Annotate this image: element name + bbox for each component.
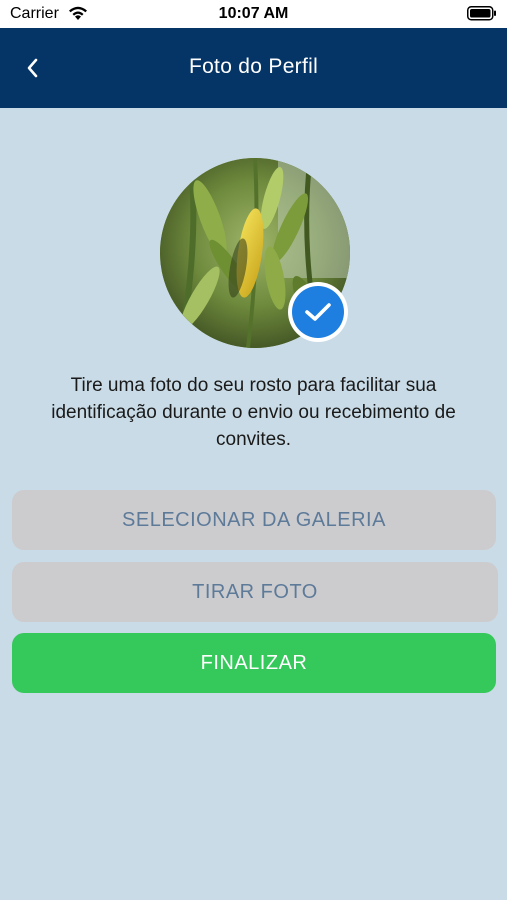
checkmark-icon bbox=[292, 286, 344, 338]
take-photo-button[interactable]: TIRAR FOTO bbox=[12, 562, 498, 622]
navigation-bar: Foto do Perfil bbox=[0, 28, 507, 108]
select-from-gallery-button[interactable]: SELECIONAR DA GALERIA bbox=[12, 490, 496, 550]
battery-icon bbox=[467, 6, 497, 26]
finish-button[interactable]: FINALIZAR bbox=[12, 633, 496, 693]
profile-photo-container[interactable] bbox=[160, 158, 350, 348]
page-title: Foto do Perfil bbox=[188, 55, 319, 78]
status-bar: Carrier 10:07 AM bbox=[0, 0, 507, 28]
selected-badge bbox=[288, 282, 348, 342]
instruction-text: Tire uma foto do seu rosto para facilita… bbox=[51, 375, 456, 450]
status-time: 10:07 AM bbox=[218, 5, 289, 22]
